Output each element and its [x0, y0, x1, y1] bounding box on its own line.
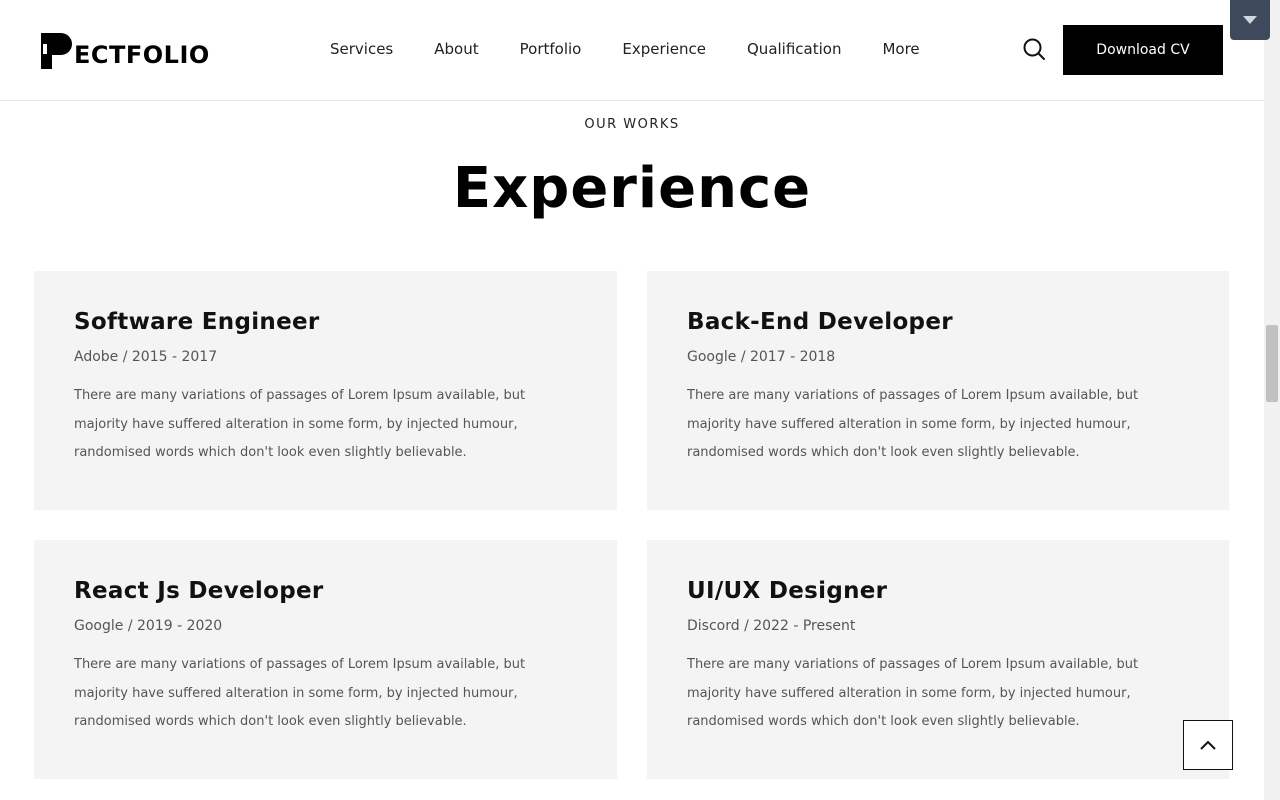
- logo[interactable]: ECTFOLIO: [39, 32, 210, 70]
- section-eyebrow: OUR WORKS: [584, 117, 680, 132]
- experience-card: UI/UX Designer Discord / 2022 - Present …: [647, 540, 1229, 779]
- site-header: ECTFOLIO Services About Portfolio Experi…: [0, 0, 1264, 101]
- search-icon: [1023, 38, 1045, 60]
- card-meta: Google / 2019 - 2020: [74, 618, 223, 634]
- experience-card: Software Engineer Adobe / 2015 - 2017 Th…: [34, 271, 617, 510]
- card-title: Back-End Developer: [687, 309, 953, 335]
- chevron-up-icon: [1200, 740, 1216, 750]
- scrollbar-thumb[interactable]: [1266, 325, 1278, 402]
- scroll-to-top-button[interactable]: [1183, 720, 1233, 770]
- card-title: React Js Developer: [74, 578, 324, 604]
- card-title: UI/UX Designer: [687, 578, 888, 604]
- experience-card: React Js Developer Google / 2019 - 2020 …: [34, 540, 617, 779]
- card-title: Software Engineer: [74, 309, 320, 335]
- nav-item-more[interactable]: More: [882, 40, 919, 58]
- experience-card: Back-End Developer Google / 2017 - 2018 …: [647, 271, 1229, 510]
- extension-toggle-button[interactable]: [1230, 0, 1270, 40]
- main-nav: Services About Portfolio Experience Qual…: [330, 40, 961, 58]
- logo-mark-icon: [41, 33, 72, 69]
- card-description: There are many variations of passages of…: [74, 657, 526, 729]
- card-meta: Adobe / 2015 - 2017: [74, 349, 218, 365]
- nav-item-experience[interactable]: Experience: [622, 40, 706, 58]
- card-description: There are many variations of passages of…: [687, 657, 1139, 729]
- card-description: There are many variations of passages of…: [74, 388, 526, 460]
- card-meta: Google / 2017 - 2018: [687, 349, 836, 365]
- download-cv-button[interactable]: Download CV: [1063, 25, 1223, 75]
- caret-down-icon: [1243, 16, 1257, 24]
- logo-text: ECTFOLIO: [74, 41, 210, 69]
- nav-item-about[interactable]: About: [434, 40, 478, 58]
- nav-item-services[interactable]: Services: [330, 40, 393, 58]
- nav-item-portfolio[interactable]: Portfolio: [520, 40, 582, 58]
- card-description: There are many variations of passages of…: [687, 388, 1139, 460]
- section-title: Experience: [452, 156, 812, 221]
- search-button[interactable]: [1022, 37, 1046, 61]
- nav-item-qualification[interactable]: Qualification: [747, 40, 841, 58]
- card-meta: Discord / 2022 - Present: [687, 618, 856, 634]
